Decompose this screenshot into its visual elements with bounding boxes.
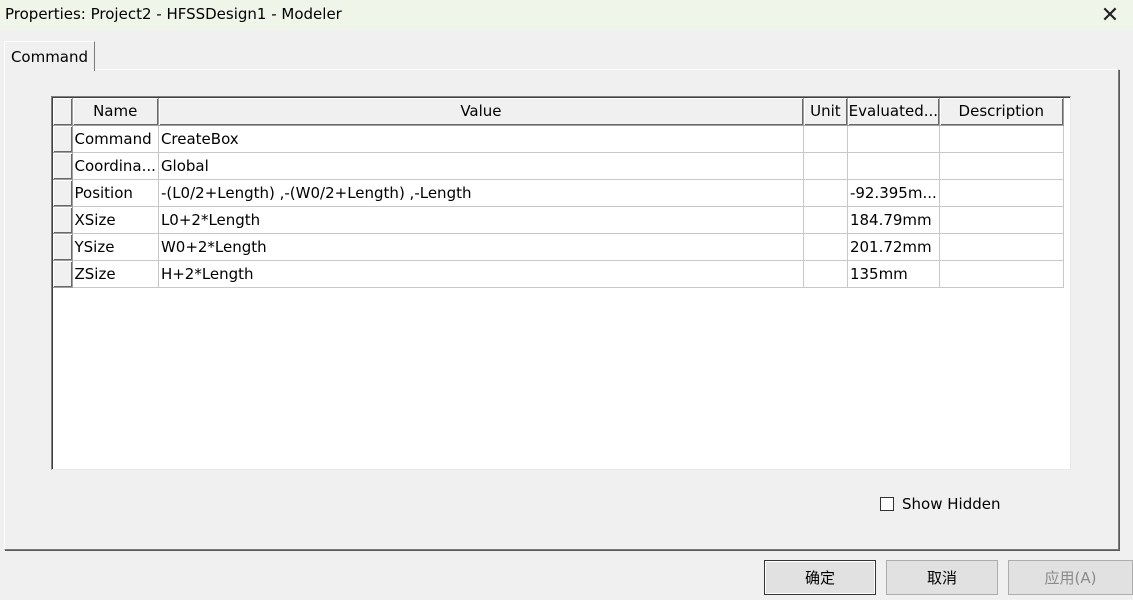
cell-value[interactable]: CreateBox xyxy=(158,125,804,153)
cell-evaluated xyxy=(847,152,940,180)
column-header-description[interactable]: Description xyxy=(939,98,1064,126)
table-row[interactable]: Coordina... Global xyxy=(53,152,1064,180)
table-row[interactable]: Position -(L0/2+Length) ,-(W0/2+Length) … xyxy=(53,179,1064,207)
properties-grid: Name Value Unit Evaluated... Description… xyxy=(51,96,1071,470)
cell-evaluated xyxy=(847,125,940,153)
show-hidden-option[interactable]: Show Hidden xyxy=(880,494,1000,514)
column-header-unit[interactable]: Unit xyxy=(803,98,848,126)
cell-value[interactable]: H+2*Length xyxy=(158,260,804,288)
cell-description[interactable] xyxy=(939,179,1064,207)
cell-evaluated: -92.395m... xyxy=(847,179,940,207)
table-row[interactable]: ZSize H+2*Length 135mm xyxy=(53,260,1064,288)
ok-button[interactable]: 确定 xyxy=(764,560,876,595)
cell-name: YSize xyxy=(72,233,159,261)
cell-value[interactable]: Global xyxy=(158,152,804,180)
cell-value[interactable]: L0+2*Length xyxy=(158,206,804,234)
column-header-value[interactable]: Value xyxy=(158,98,804,126)
table-row[interactable]: XSize L0+2*Length 184.79mm xyxy=(53,206,1064,234)
row-header[interactable] xyxy=(53,179,73,207)
cell-name: XSize xyxy=(72,206,159,234)
show-hidden-label: Show Hidden xyxy=(902,495,1001,513)
cancel-button[interactable]: 取消 xyxy=(886,560,998,595)
cell-description[interactable] xyxy=(939,206,1064,234)
grid-corner[interactable] xyxy=(53,98,73,126)
cell-description[interactable] xyxy=(939,260,1064,288)
tab-command[interactable]: Command xyxy=(4,41,95,71)
cell-name: Command xyxy=(72,125,159,153)
cell-value[interactable]: -(L0/2+Length) ,-(W0/2+Length) ,-Length xyxy=(158,179,804,207)
row-header[interactable] xyxy=(53,152,73,180)
title-bar: Properties: Project2 - HFSSDesign1 - Mod… xyxy=(0,0,1133,30)
column-header-name[interactable]: Name xyxy=(72,98,159,126)
cell-unit[interactable] xyxy=(803,152,848,180)
column-header-evaluated[interactable]: Evaluated... xyxy=(847,98,940,126)
close-icon[interactable]: ✕ xyxy=(1087,0,1133,30)
cell-evaluated: 201.72mm xyxy=(847,233,940,261)
cell-description[interactable] xyxy=(939,125,1064,153)
cell-evaluated: 135mm xyxy=(847,260,940,288)
cell-unit[interactable] xyxy=(803,206,848,234)
cell-description[interactable] xyxy=(939,233,1064,261)
cell-evaluated: 184.79mm xyxy=(847,206,940,234)
row-header[interactable] xyxy=(53,125,73,153)
table-row[interactable]: YSize W0+2*Length 201.72mm xyxy=(53,233,1064,261)
show-hidden-checkbox[interactable] xyxy=(880,497,894,511)
cell-description[interactable] xyxy=(939,152,1064,180)
cell-unit[interactable] xyxy=(803,179,848,207)
apply-button[interactable]: 应用(A) xyxy=(1008,560,1133,595)
cell-name: ZSize xyxy=(72,260,159,288)
row-header[interactable] xyxy=(53,206,73,234)
grid-header-row: Name Value Unit Evaluated... Description xyxy=(53,98,1064,126)
cell-unit[interactable] xyxy=(803,125,848,153)
cell-name: Coordina... xyxy=(72,152,159,180)
cell-value[interactable]: W0+2*Length xyxy=(158,233,804,261)
row-header[interactable] xyxy=(53,233,73,261)
cell-name: Position xyxy=(72,179,159,207)
cell-unit[interactable] xyxy=(803,233,848,261)
window-title: Properties: Project2 - HFSSDesign1 - Mod… xyxy=(5,5,342,23)
row-header[interactable] xyxy=(53,260,73,288)
table-row[interactable]: Command CreateBox xyxy=(53,125,1064,153)
cell-unit[interactable] xyxy=(803,260,848,288)
